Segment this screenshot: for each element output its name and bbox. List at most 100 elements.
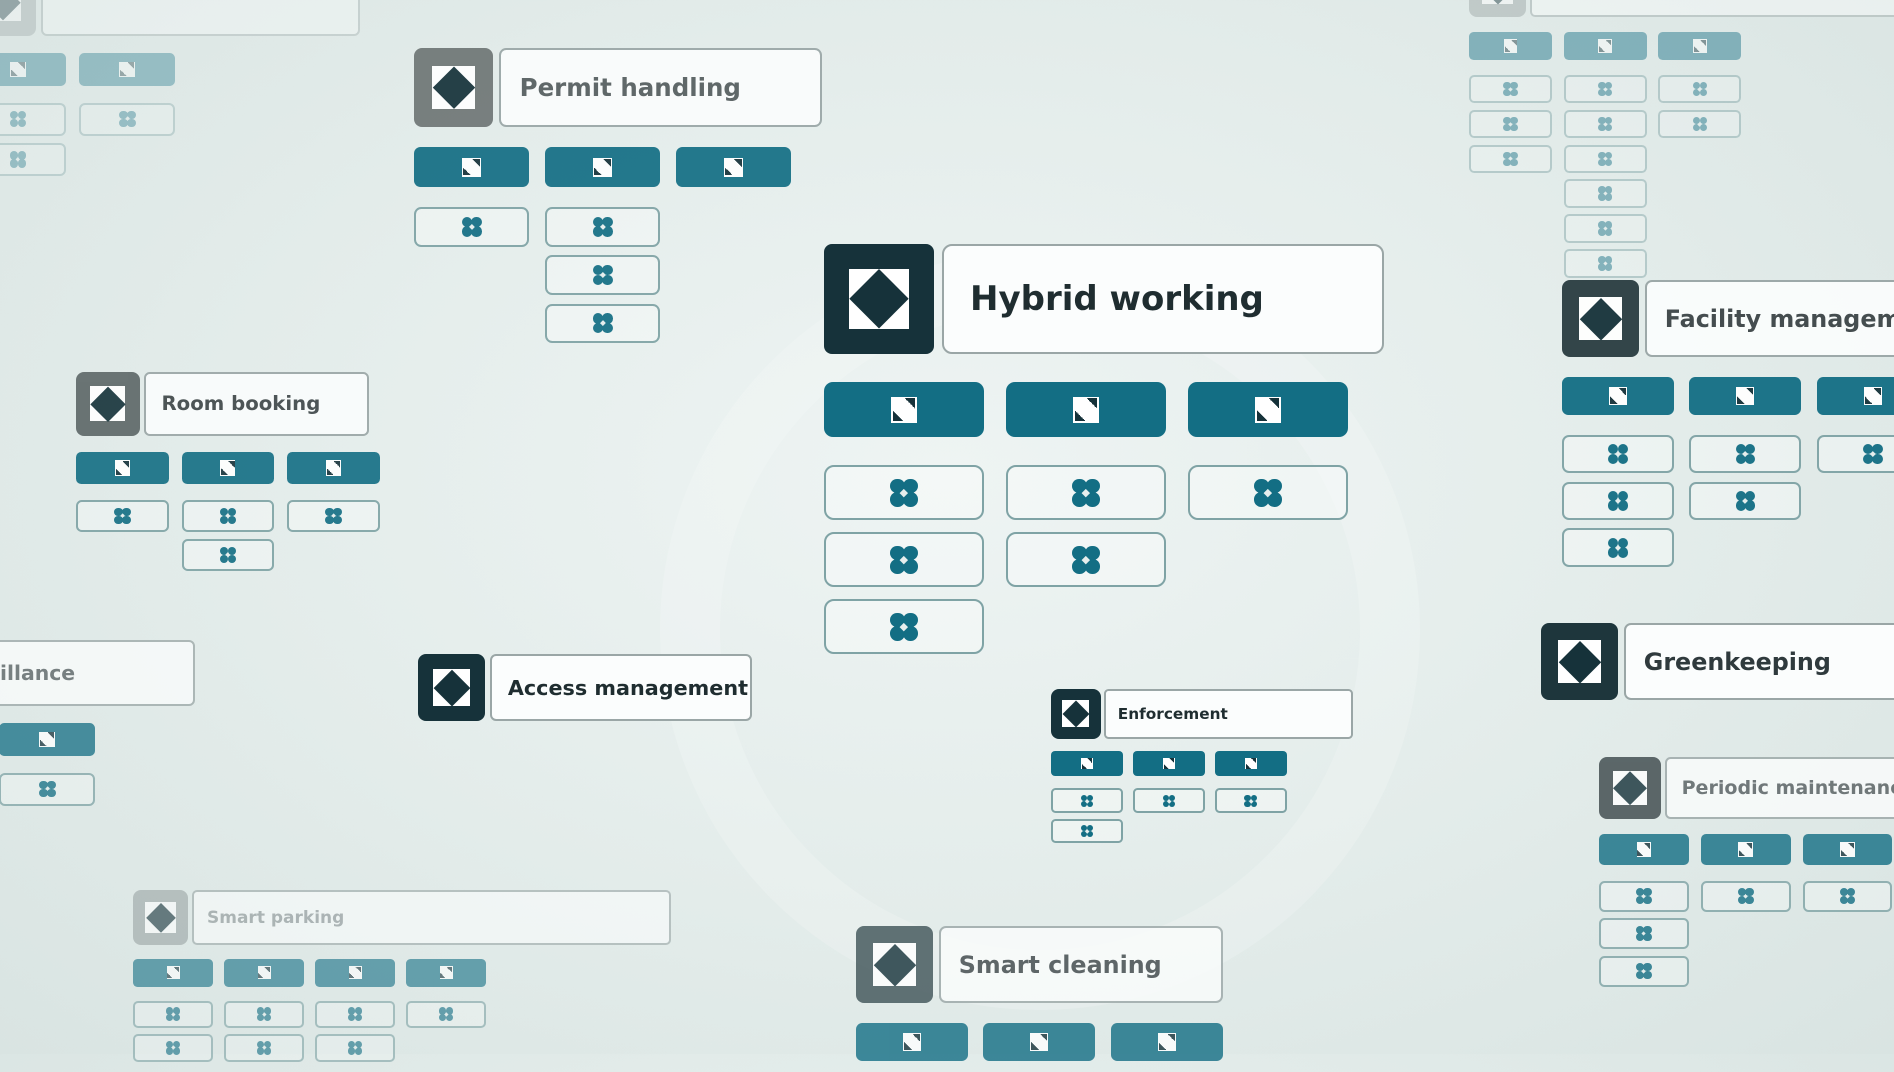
feature-tile-secondary[interactable] xyxy=(1214,788,1287,814)
feature-tile-secondary[interactable] xyxy=(824,532,984,587)
feature-tile-secondary[interactable] xyxy=(1188,465,1348,520)
feature-tile-primary[interactable] xyxy=(0,722,96,756)
feature-tile-secondary[interactable] xyxy=(1658,74,1742,104)
feature-tile-primary[interactable] xyxy=(133,959,213,987)
module-card-hybrid-working[interactable]: Hybrid working xyxy=(824,244,1384,654)
feature-tile-primary[interactable] xyxy=(1469,31,1553,61)
feature-tile-secondary[interactable] xyxy=(0,772,96,806)
module-title-box[interactable]: Permit handling xyxy=(498,48,822,128)
feature-tile-secondary[interactable] xyxy=(181,538,275,571)
feature-tile-secondary[interactable] xyxy=(0,102,66,136)
module-title-box[interactable]: Room booking xyxy=(144,372,369,436)
feature-tile-primary[interactable] xyxy=(1051,751,1123,776)
feature-tile-secondary[interactable] xyxy=(1563,144,1647,174)
feature-tile-secondary[interactable] xyxy=(1563,74,1647,104)
feature-tile-secondary[interactable] xyxy=(1562,434,1674,474)
feature-tile-primary[interactable] xyxy=(0,52,66,86)
feature-tile-primary[interactable] xyxy=(1689,376,1802,416)
feature-tile-primary[interactable] xyxy=(414,147,530,187)
module-card-periodic-maintenance[interactable]: Periodic maintenance xyxy=(1599,757,1894,987)
feature-tile-primary[interactable] xyxy=(287,452,380,484)
feature-tile-secondary[interactable] xyxy=(315,1000,395,1028)
feature-tile-primary[interactable] xyxy=(1802,834,1893,866)
feature-tile-secondary[interactable] xyxy=(181,500,275,533)
module-card-enforcement[interactable]: Enforcement xyxy=(1051,689,1353,844)
feature-tile-primary[interactable] xyxy=(406,959,486,987)
feature-tile-primary[interactable] xyxy=(181,452,275,484)
module-title-box[interactable] xyxy=(1530,0,1894,18)
feature-tile-primary[interactable] xyxy=(545,147,661,187)
feature-tile-secondary[interactable] xyxy=(224,1034,304,1062)
module-title-box[interactable]: Access management xyxy=(489,654,752,722)
module-title-box[interactable]: Greenkeeping xyxy=(1623,623,1894,700)
feature-tile-secondary[interactable] xyxy=(1689,481,1802,521)
feature-tile-secondary[interactable] xyxy=(1563,214,1647,243)
feature-tile-secondary[interactable] xyxy=(1006,465,1166,520)
feature-tile-primary[interactable] xyxy=(856,1022,968,1062)
feature-tile-secondary[interactable] xyxy=(1599,955,1689,987)
feature-tile-secondary[interactable] xyxy=(1469,144,1553,174)
feature-tile-secondary[interactable] xyxy=(133,1000,213,1028)
feature-tile-secondary[interactable] xyxy=(1006,532,1166,587)
feature-tile-secondary[interactable] xyxy=(1802,880,1893,912)
feature-tile-primary[interactable] xyxy=(79,52,176,86)
feature-tile-secondary[interactable] xyxy=(1816,434,1894,474)
feature-tile-secondary[interactable] xyxy=(1132,788,1205,814)
feature-tile-secondary[interactable] xyxy=(1563,109,1647,139)
module-card-greenkeeping[interactable]: Greenkeeping xyxy=(1541,623,1894,700)
feature-tile-secondary[interactable] xyxy=(1658,109,1742,139)
feature-tile-secondary[interactable] xyxy=(1700,880,1791,912)
feature-tile-primary[interactable] xyxy=(1214,751,1287,776)
module-card-room-booking[interactable]: Room booking xyxy=(76,372,380,571)
feature-tile-primary[interactable] xyxy=(76,452,169,484)
module-card-permit-handling[interactable]: Permit handling xyxy=(414,48,822,344)
feature-tile-primary[interactable] xyxy=(224,959,304,987)
feature-tile-secondary[interactable] xyxy=(1469,109,1553,139)
feature-tile-primary[interactable] xyxy=(1599,834,1689,866)
feature-tile-secondary[interactable] xyxy=(1599,880,1689,912)
module-title-box[interactable]: Smart parking xyxy=(192,890,671,945)
module-title-box[interactable] xyxy=(40,0,361,36)
feature-tile-secondary[interactable] xyxy=(76,500,169,533)
feature-tile-secondary[interactable] xyxy=(133,1034,213,1062)
feature-tile-secondary[interactable] xyxy=(0,142,66,176)
feature-tile-secondary[interactable] xyxy=(1562,528,1674,567)
feature-tile-secondary[interactable] xyxy=(545,207,661,247)
feature-tile-primary[interactable] xyxy=(1110,1022,1223,1062)
feature-tile-secondary[interactable] xyxy=(1562,481,1674,521)
feature-tile-secondary[interactable] xyxy=(824,465,984,520)
module-card-unnamed-top-left[interactable] xyxy=(0,0,361,176)
feature-tile-secondary[interactable] xyxy=(545,255,661,295)
module-title-box[interactable]: Enforcement xyxy=(1104,689,1353,739)
module-card-facility-management[interactable]: Facility managemer xyxy=(1562,280,1894,567)
feature-tile-secondary[interactable] xyxy=(406,1000,486,1028)
feature-tile-secondary[interactable] xyxy=(1469,74,1553,104)
feature-tile-primary[interactable] xyxy=(1132,751,1205,776)
feature-tile-secondary[interactable] xyxy=(1051,818,1123,844)
feature-tile-secondary[interactable] xyxy=(1563,179,1647,208)
module-card-asset-management[interactable] xyxy=(1469,0,1894,278)
feature-tile-secondary[interactable] xyxy=(1599,918,1689,950)
feature-tile-secondary[interactable] xyxy=(414,207,530,247)
feature-tile-secondary[interactable] xyxy=(79,102,176,136)
feature-tile-secondary[interactable] xyxy=(1563,249,1647,278)
module-title-box[interactable]: Smart cleaning xyxy=(938,926,1223,1003)
module-card-surveillance[interactable]: rveillance xyxy=(0,640,195,846)
feature-tile-primary[interactable] xyxy=(1006,382,1166,437)
feature-tile-secondary[interactable] xyxy=(315,1034,395,1062)
feature-tile-primary[interactable] xyxy=(1188,382,1348,437)
feature-tile-primary[interactable] xyxy=(315,959,395,987)
feature-tile-secondary[interactable] xyxy=(1051,788,1123,814)
feature-tile-secondary[interactable] xyxy=(824,599,984,654)
module-card-smart-cleaning[interactable]: Smart cleaning xyxy=(856,926,1223,1072)
feature-tile-secondary[interactable] xyxy=(287,500,380,533)
module-card-access-management[interactable]: Access management xyxy=(418,654,752,722)
module-title-box[interactable]: Facility managemer xyxy=(1644,280,1894,357)
feature-tile-primary[interactable] xyxy=(676,147,792,187)
feature-tile-primary[interactable] xyxy=(983,1022,1096,1062)
feature-tile-primary[interactable] xyxy=(1658,31,1742,61)
feature-tile-secondary[interactable] xyxy=(545,303,661,344)
feature-tile-primary[interactable] xyxy=(1562,376,1674,416)
feature-tile-primary[interactable] xyxy=(1563,31,1647,61)
module-title-box[interactable]: rveillance xyxy=(0,640,195,706)
